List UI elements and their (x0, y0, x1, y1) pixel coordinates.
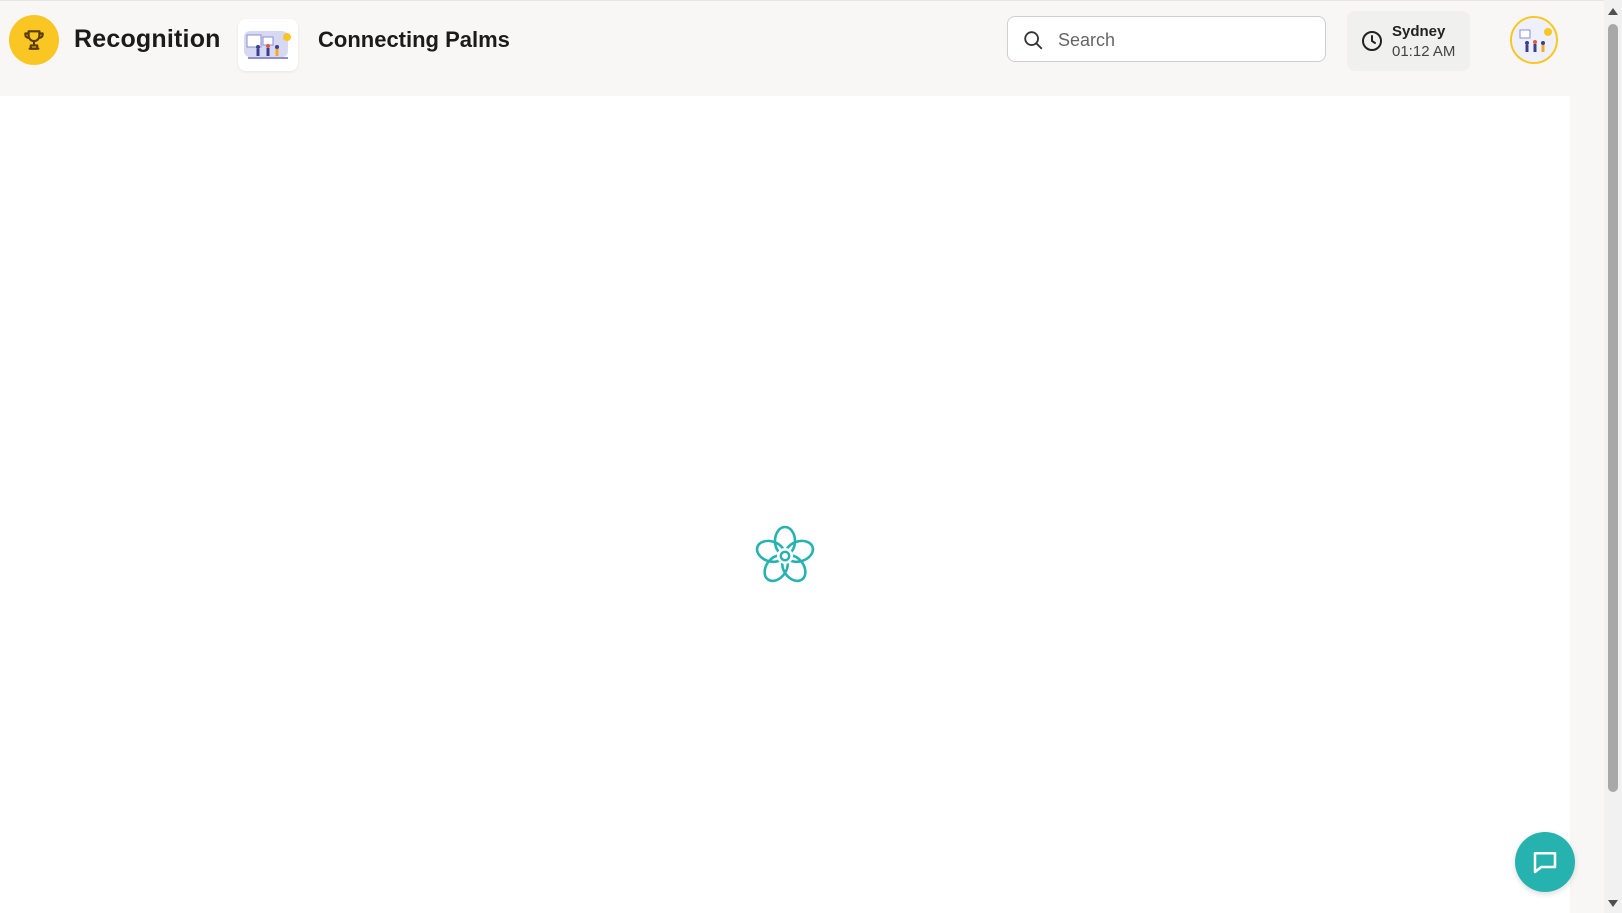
scroll-up-arrow-icon[interactable] (1608, 8, 1618, 15)
user-avatar[interactable] (1510, 16, 1558, 64)
brand-badge[interactable] (9, 15, 59, 65)
scroll-down-arrow-icon[interactable] (1608, 900, 1618, 907)
main-content (0, 96, 1570, 913)
flower-loader-icon (755, 525, 815, 583)
team-illustration-icon (244, 31, 291, 59)
app-title: Recognition (74, 25, 221, 53)
app-window: Recognition Connecting Palms Search Sydn… (0, 0, 1622, 913)
search-input[interactable] (1056, 23, 1318, 57)
team-name: Connecting Palms (318, 27, 510, 52)
vertical-scrollbar[interactable] (1604, 0, 1622, 913)
clock-icon (1362, 31, 1382, 51)
search-icon (1024, 31, 1043, 50)
team-thumbnail[interactable] (238, 19, 298, 71)
timezone-clock[interactable]: Sydney 01:12 AM (1347, 11, 1470, 71)
chat-button[interactable] (1515, 832, 1575, 892)
chat-bubble-icon (1533, 852, 1557, 874)
clock-city: Sydney (1392, 23, 1446, 40)
trophy-icon (24, 30, 44, 50)
avatar-illustration-icon (1512, 18, 1556, 62)
top-bar: Recognition Connecting Palms Search Sydn… (0, 0, 1604, 97)
scroll-thumb[interactable] (1608, 24, 1618, 792)
search-box[interactable] (1007, 16, 1326, 62)
clock-time: 01:12 AM (1392, 43, 1456, 60)
